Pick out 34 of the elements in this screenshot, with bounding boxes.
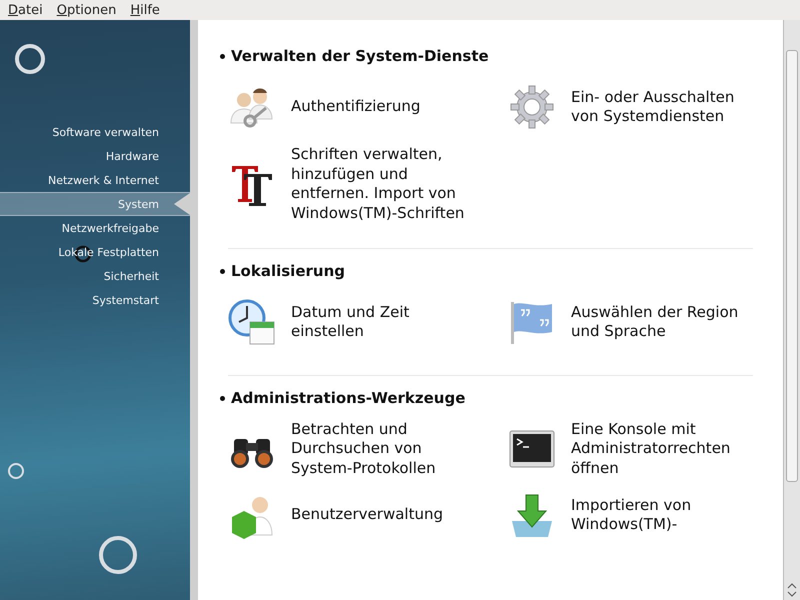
tool-launcher[interactable]: Datum und Zeit einstellen: [228, 291, 508, 353]
gear-icon: [508, 83, 556, 131]
tool-launcher[interactable]: Benutzerverwaltung: [228, 484, 508, 546]
sidebar-item[interactable]: Netzwerk & Internet: [0, 168, 190, 192]
section-title: Verwalten der System-Dienste: [220, 44, 753, 68]
section-title: Lokalisierung: [220, 259, 753, 283]
selection-notch-icon: [174, 193, 190, 215]
bullet-icon: [220, 54, 225, 58]
tool-launcher[interactable]: Authentifizierung: [228, 76, 508, 138]
sidebar-item[interactable]: Software verwalten: [0, 120, 190, 144]
sidebar-item[interactable]: Netzwerkfreigabe: [0, 216, 190, 240]
menu-item[interactable]: Hilfe: [124, 2, 168, 18]
bullet-icon: [220, 268, 225, 274]
sidebar-item[interactable]: System: [0, 192, 190, 216]
tool-launcher[interactable]: Schriften verwalten, hinzufügen und entfernen. Import von Windows(TM)-Schriften: [228, 142, 508, 226]
sidebar-item[interactable]: Hardware: [0, 144, 190, 168]
menu-item[interactable]: Optionen: [50, 2, 124, 18]
sidebar-item[interactable]: Sicherheit: [0, 264, 190, 288]
sidebar-item[interactable]: Lokale Festplatten: [0, 240, 190, 264]
scrollbar[interactable]: [783, 20, 800, 600]
section-title: Administrations-Werkzeuge: [220, 386, 753, 410]
scroll-arrows-icon[interactable]: [787, 582, 797, 598]
tool-launcher[interactable]: Auswählen der Region und Sprache: [508, 291, 761, 353]
menu-item[interactable]: Datei: [2, 2, 51, 18]
tool-launcher[interactable]: Importieren von Windows(TM)-: [508, 484, 761, 546]
tool-launcher[interactable]: Betrachten und Durchsuchen von System-Protokollen: [228, 418, 508, 480]
ring-decoration: [13, 42, 47, 76]
sidebar-item[interactable]: Systemstart: [0, 288, 190, 312]
tool-launcher[interactable]: Eine Konsole mit Administratorrechten öffnen: [508, 418, 761, 480]
ring-decoration: [5, 460, 27, 482]
ring-decoration: [96, 533, 140, 577]
bullet-icon: [220, 396, 225, 400]
tool-launcher[interactable]: Ein- oder Ausschalten von Systemdiensten: [508, 76, 761, 138]
clock-calendar-icon: [228, 298, 276, 346]
